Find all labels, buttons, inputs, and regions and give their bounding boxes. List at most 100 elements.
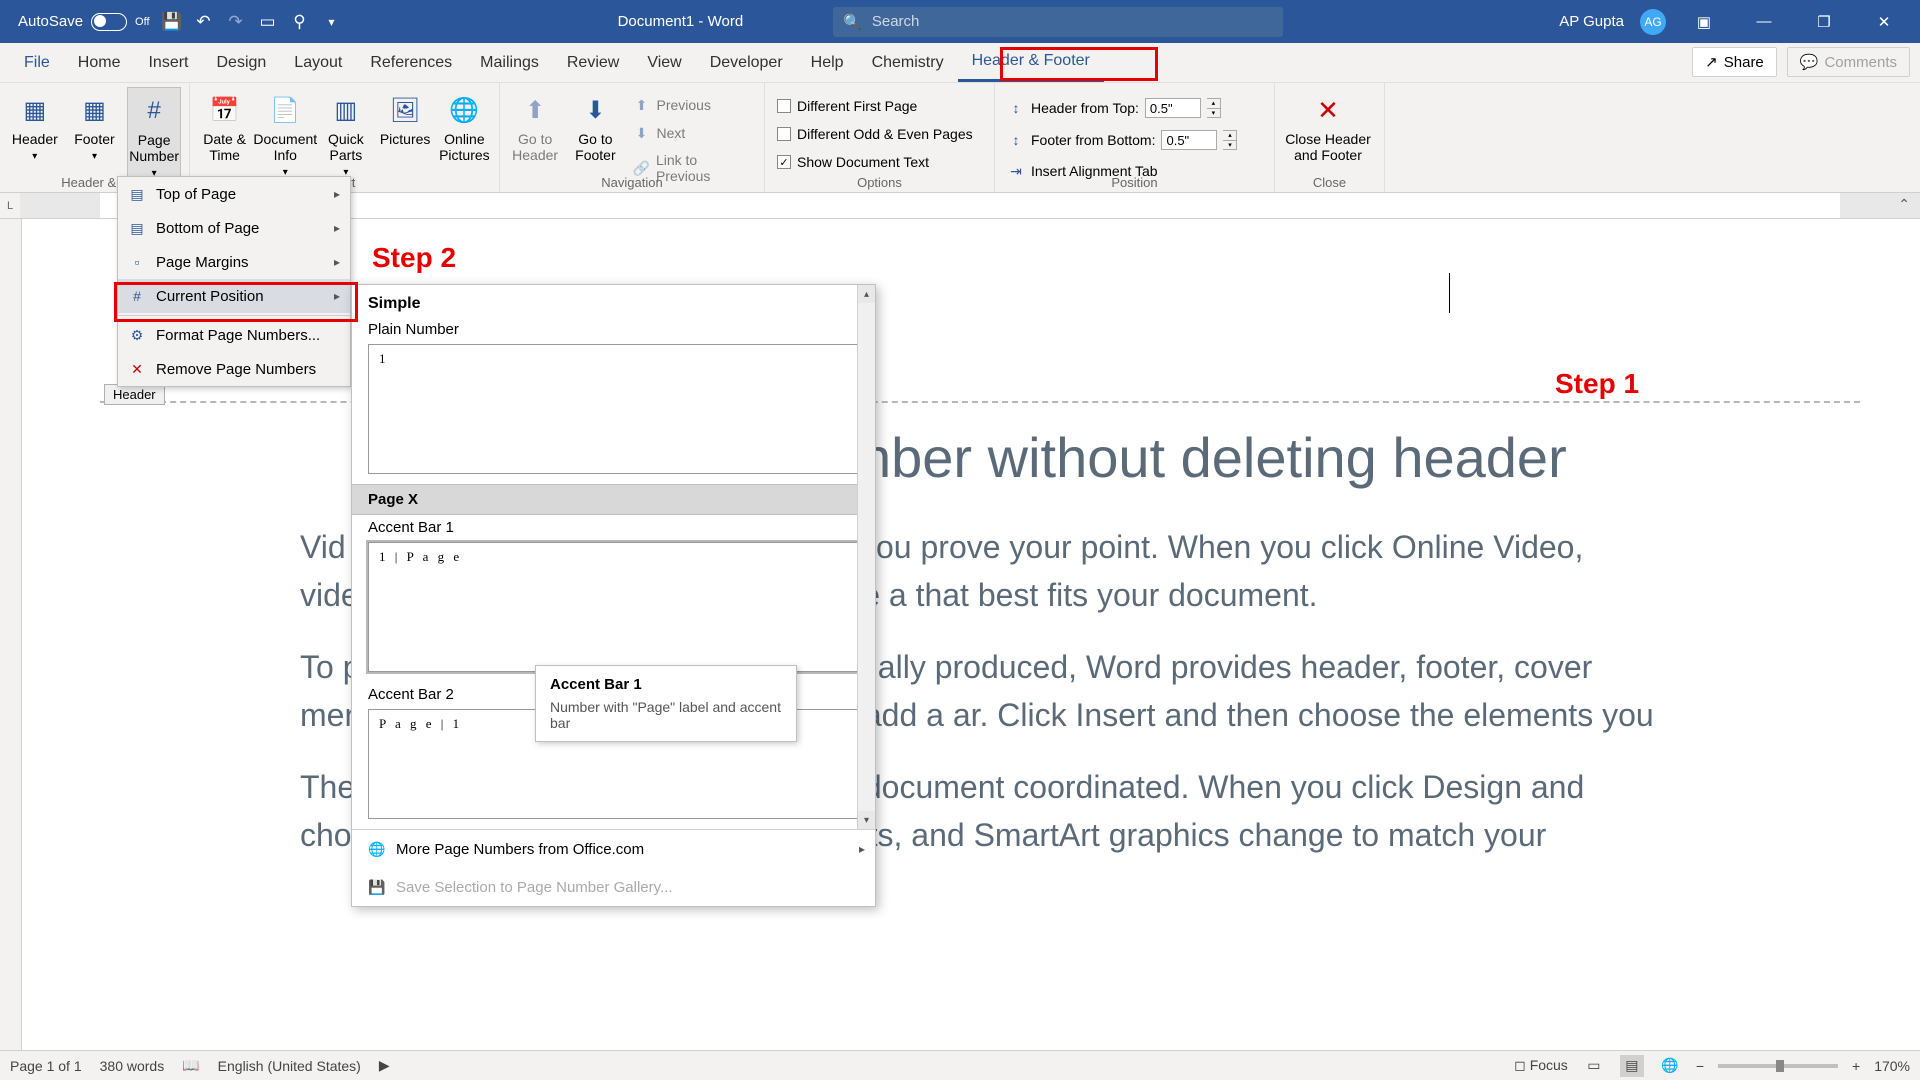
tab-references[interactable]: References [356, 43, 466, 82]
next-button[interactable]: ⬇Next [629, 121, 757, 145]
close-window-icon[interactable]: ✕ [1862, 0, 1906, 43]
online-pictures-button[interactable]: 🌐Online Pictures [438, 87, 491, 178]
ribbon-tabs: File Home Insert Design Layout Reference… [0, 43, 1920, 83]
header-button[interactable]: ▦Header▾ [8, 87, 62, 180]
tab-view[interactable]: View [633, 43, 695, 82]
chevron-right-icon: ▸ [334, 289, 340, 303]
previous-button[interactable]: ⬆Previous [629, 93, 757, 117]
status-bar: Page 1 of 1 380 words 📖 English (United … [0, 1050, 1920, 1080]
zoom-out-button[interactable]: − [1696, 1058, 1704, 1074]
pictures-icon: 🖼 [388, 93, 422, 127]
save-selection-button: 💾Save Selection to Page Number Gallery..… [352, 868, 875, 906]
different-odd-even-checkbox[interactable]: Different Odd & Even Pages [773, 123, 986, 145]
status-page[interactable]: Page 1 of 1 [10, 1058, 82, 1074]
vertical-ruler[interactable] [0, 219, 22, 1050]
goto-header-button[interactable]: ⬆Go to Header [508, 87, 562, 187]
page-number-button[interactable]: #Page Number▾ [127, 87, 181, 180]
dropdown-item-remove-page-numbers[interactable]: ✕Remove Page Numbers [118, 352, 350, 386]
scroll-up-icon[interactable]: ▴ [858, 285, 875, 303]
group-label: Options [765, 175, 994, 190]
focus-mode-button[interactable]: ◻ Focus [1514, 1057, 1568, 1074]
tab-selector[interactable]: L [0, 193, 20, 218]
scroll-down-icon[interactable]: ▾ [858, 811, 875, 829]
footer-button[interactable]: ▦Footer▾ [68, 87, 122, 180]
tab-mailings[interactable]: Mailings [466, 43, 553, 82]
tooltip-title: Accent Bar 1 [550, 676, 782, 693]
online-pictures-icon: 🌐 [447, 93, 481, 127]
zoom-in-button[interactable]: + [1852, 1058, 1860, 1074]
quick-parts-button[interactable]: ▥Quick Parts▾ [319, 87, 372, 178]
text-cursor [1449, 273, 1450, 313]
document-info-button[interactable]: 📄Document Info▾ [257, 87, 313, 178]
page-margins-icon: ▫ [128, 253, 146, 271]
status-language[interactable]: English (United States) [218, 1058, 361, 1074]
print-layout-icon[interactable]: ▤ [1620, 1055, 1644, 1077]
tab-review[interactable]: Review [553, 43, 633, 82]
chevron-right-icon: ▸ [859, 842, 865, 856]
touch-icon[interactable]: ▭ [258, 12, 278, 32]
gallery-category: Page X [352, 484, 875, 515]
quick-parts-icon: ▥ [329, 93, 363, 127]
next-icon: ⬇ [633, 124, 651, 142]
pictures-button[interactable]: 🖼Pictures [379, 87, 432, 178]
page-number-gallery: ▴ ▾ Simple Plain Number 1 Page X Accent … [351, 284, 876, 907]
share-button[interactable]: ↗Share [1692, 47, 1777, 77]
show-document-text-checkbox[interactable]: ✓Show Document Text [773, 151, 986, 173]
calendar-icon: 📅 [208, 93, 242, 127]
page-number-dropdown: ▤Top of Page▸ ▤Bottom of Page▸ ▫Page Mar… [117, 176, 351, 387]
customize-icon[interactable]: ▾ [322, 12, 342, 32]
ribbon-display-icon[interactable]: ▣ [1682, 0, 1726, 43]
gallery-item-accent-bar-1[interactable]: 1 | P a g e [368, 542, 859, 672]
gallery-item-label: Accent Bar 1 [352, 515, 875, 542]
tab-design[interactable]: Design [202, 43, 280, 82]
zoom-level[interactable]: 170% [1874, 1058, 1910, 1074]
search-box[interactable]: 🔍 Search [833, 7, 1283, 37]
footer-icon: ▦ [77, 93, 111, 127]
header-from-top-field[interactable]: ↕Header from Top:0.5"▴▾ [1003, 95, 1266, 121]
tab-file[interactable]: File [10, 43, 64, 82]
footer-from-bottom-field[interactable]: ↕Footer from Bottom:0.5"▴▾ [1003, 127, 1266, 153]
goto-footer-button[interactable]: ⬇Go to Footer [568, 87, 622, 187]
avatar[interactable]: AG [1640, 9, 1666, 35]
dropdown-item-page-margins[interactable]: ▫Page Margins▸ [118, 245, 350, 279]
tab-developer[interactable]: Developer [696, 43, 797, 82]
autosave-toggle[interactable]: AutoSave Off [18, 13, 150, 31]
dropdown-item-bottom-of-page[interactable]: ▤Bottom of Page▸ [118, 211, 350, 245]
format-icon: ⚙ [128, 326, 146, 344]
more-page-numbers-button[interactable]: 🌐More Page Numbers from Office.com▸ [352, 830, 875, 868]
tab-help[interactable]: Help [797, 43, 858, 82]
restore-icon[interactable]: ❐ [1802, 0, 1846, 43]
gallery-item-plain-number[interactable]: 1 [368, 344, 859, 474]
dropdown-item-top-of-page[interactable]: ▤Top of Page▸ [118, 177, 350, 211]
page-number-icon: # [137, 94, 171, 128]
status-macro-icon[interactable]: ▶ [379, 1057, 390, 1074]
collapse-ribbon-icon[interactable]: ⌃ [1898, 196, 1910, 213]
header-icon: ▦ [18, 93, 52, 127]
share-quick-icon[interactable]: ⚲ [290, 12, 310, 32]
minimize-icon[interactable]: — [1742, 0, 1786, 43]
scrollbar[interactable]: ▴ ▾ [857, 285, 875, 829]
status-words[interactable]: 380 words [100, 1058, 165, 1074]
status-proofing-icon[interactable]: 📖 [182, 1057, 199, 1074]
comments-button[interactable]: 💬Comments [1787, 47, 1910, 77]
dropdown-item-format-page-numbers[interactable]: ⚙Format Page Numbers... [118, 318, 350, 352]
save-icon[interactable]: 💾 [162, 12, 182, 32]
undo-icon[interactable]: ↶ [194, 12, 214, 32]
tab-home[interactable]: Home [64, 43, 135, 82]
zoom-slider[interactable] [1718, 1064, 1838, 1068]
redo-icon[interactable]: ↷ [226, 12, 246, 32]
close-header-footer-button[interactable]: ✕Close Header and Footer [1283, 87, 1373, 163]
tab-chemistry[interactable]: Chemistry [858, 43, 958, 82]
previous-icon: ⬆ [633, 96, 651, 114]
user-name[interactable]: AP Gupta [1559, 13, 1624, 30]
different-first-checkbox[interactable]: Different First Page [773, 95, 986, 117]
tab-header-footer[interactable]: Header & Footer [958, 43, 1104, 82]
tab-insert[interactable]: Insert [134, 43, 202, 82]
gallery-item-label: Plain Number [352, 317, 875, 344]
date-time-button[interactable]: 📅Date & Time [198, 87, 251, 178]
read-mode-icon[interactable]: ▭ [1582, 1055, 1606, 1077]
tab-layout[interactable]: Layout [280, 43, 356, 82]
dropdown-item-current-position[interactable]: #Current Position▸ [118, 279, 350, 313]
page-top-icon: ▤ [128, 185, 146, 203]
web-layout-icon[interactable]: 🌐 [1658, 1055, 1682, 1077]
